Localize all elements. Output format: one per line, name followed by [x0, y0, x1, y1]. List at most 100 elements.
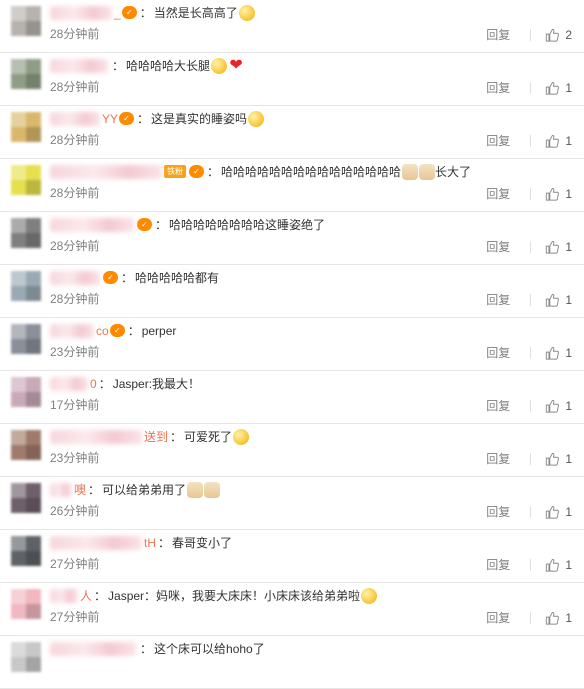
like-button[interactable]: 1 [545, 505, 572, 519]
thumbs-up-icon [546, 399, 560, 413]
comment-item: ：这个床可以给hoho了 [0, 636, 584, 689]
comment-item: tH：春哥变小了 27分钟前 回复 1 [0, 530, 584, 583]
reply-button[interactable]: 回复 [486, 132, 510, 149]
thumbs-up-icon [546, 558, 560, 572]
avatar[interactable] [11, 589, 41, 619]
like-button[interactable]: 1 [545, 134, 572, 148]
username-tail[interactable]: 送到 [144, 428, 168, 445]
like-button[interactable]: 1 [545, 558, 572, 572]
divider [530, 346, 532, 359]
reply-button[interactable]: 回复 [486, 185, 510, 202]
reply-button[interactable]: 回复 [486, 238, 510, 255]
divider [530, 505, 532, 518]
comment-text: 哈哈哈哈哈都有 [135, 271, 220, 285]
timestamp: 28分钟前 [50, 80, 100, 94]
reply-button[interactable]: 回复 [486, 556, 510, 573]
colon: ： [127, 324, 140, 338]
like-button[interactable]: 1 [545, 240, 572, 254]
avatar[interactable] [11, 377, 41, 407]
reply-button[interactable]: 回复 [486, 291, 510, 308]
username-tail[interactable]: 噢 [74, 481, 86, 498]
comment-text: 可以给弟弟用了 [102, 483, 187, 497]
comment-text: 春哥变小了 [172, 536, 233, 550]
username-tail[interactable]: co [96, 324, 109, 338]
like-button[interactable]: 1 [545, 346, 572, 360]
thumbs-up-icon [546, 81, 560, 95]
username-blurred[interactable] [50, 376, 88, 391]
avatar[interactable] [11, 271, 41, 301]
like-button[interactable]: 1 [545, 452, 572, 466]
username-blurred[interactable] [50, 482, 72, 497]
colon: ： [98, 377, 111, 391]
divider [530, 134, 532, 147]
timestamp: 23分钟前 [50, 451, 100, 465]
face-emoji-icon [361, 587, 378, 604]
comment-content: 送到：可爱死了 [50, 428, 250, 445]
member-badge-icon: ✓ [109, 324, 125, 337]
username-tail[interactable]: _ [114, 6, 121, 20]
reply-button[interactable]: 回复 [486, 609, 510, 626]
like-button[interactable]: 2 [545, 28, 572, 42]
avatar[interactable] [11, 324, 41, 354]
cat-emoji-icon [187, 481, 204, 498]
like-button[interactable]: 1 [545, 81, 572, 95]
username-tail[interactable]: 0 [90, 377, 97, 391]
username-blurred[interactable] [50, 5, 112, 20]
reply-button[interactable]: 回复 [486, 26, 510, 43]
comment-item: 送到：可爱死了 23分钟前 回复 1 [0, 424, 584, 477]
comment-text-after: 长大了 [435, 165, 472, 179]
comment-content: 铁粉 ✓：哈哈哈哈哈哈哈哈哈哈哈哈哈哈哈 长大了 [50, 163, 471, 180]
reply-button[interactable]: 回复 [486, 397, 510, 414]
reply-button[interactable]: 回复 [486, 79, 510, 96]
username-blurred[interactable] [50, 217, 134, 232]
avatar[interactable] [11, 536, 41, 566]
like-button[interactable]: 1 [545, 187, 572, 201]
username-blurred[interactable] [50, 429, 142, 444]
like-count: 1 [565, 610, 572, 625]
timestamp: 27分钟前 [50, 557, 100, 571]
avatar[interactable] [11, 430, 41, 460]
avatar[interactable] [11, 59, 41, 89]
like-button[interactable]: 1 [545, 293, 572, 307]
colon: ： [155, 218, 168, 232]
avatar[interactable] [11, 483, 41, 513]
comment-item: ✓：哈哈哈哈哈都有 28分钟前 回复 1 [0, 265, 584, 318]
like-button[interactable]: 1 [545, 611, 572, 625]
reply-button[interactable]: 回复 [486, 450, 510, 467]
username-tail[interactable]: 人 [80, 587, 92, 604]
comment-actions: 回复 1 [486, 79, 572, 96]
comment-content: ✓：哈哈哈哈哈哈哈哈这睡姿绝了 [50, 216, 325, 233]
username-tail[interactable]: YY [102, 112, 118, 126]
comment-item: 人： Jasper：妈咪，我要大床床！小床床该给弟弟啦 27分钟前 回复 1 [0, 583, 584, 636]
thumbs-up-icon [546, 28, 560, 42]
avatar[interactable] [11, 165, 41, 195]
username-blurred[interactable] [50, 164, 162, 179]
thumbs-up-icon [546, 293, 560, 307]
avatar[interactable] [11, 6, 41, 36]
username-tail[interactable]: tH [144, 536, 156, 550]
member-badge-icon: ✓ [121, 6, 137, 19]
comment-actions: 回复 1 [486, 238, 572, 255]
username-blurred[interactable] [50, 270, 100, 285]
avatar[interactable] [11, 642, 41, 672]
avatar[interactable] [11, 112, 41, 142]
timestamp: 27分钟前 [50, 610, 100, 624]
comment-actions: 回复 1 [486, 450, 572, 467]
reply-button[interactable]: 回复 [486, 344, 510, 361]
divider [530, 558, 532, 571]
avatar[interactable] [11, 218, 41, 248]
colon: ： [139, 6, 152, 20]
username-blurred[interactable] [50, 323, 94, 338]
username-blurred[interactable] [50, 641, 136, 656]
username-blurred[interactable] [50, 535, 142, 550]
comment-content: co ✓： perper [50, 322, 176, 339]
comment-content: tH：春哥变小了 [50, 534, 232, 551]
username-blurred[interactable] [50, 111, 100, 126]
divider [530, 452, 532, 465]
username-blurred[interactable] [50, 588, 78, 603]
like-button[interactable]: 1 [545, 399, 572, 413]
thumbs-up-icon [546, 240, 560, 254]
username-blurred[interactable] [50, 58, 108, 73]
like-count: 1 [565, 80, 572, 95]
reply-button[interactable]: 回复 [486, 503, 510, 520]
